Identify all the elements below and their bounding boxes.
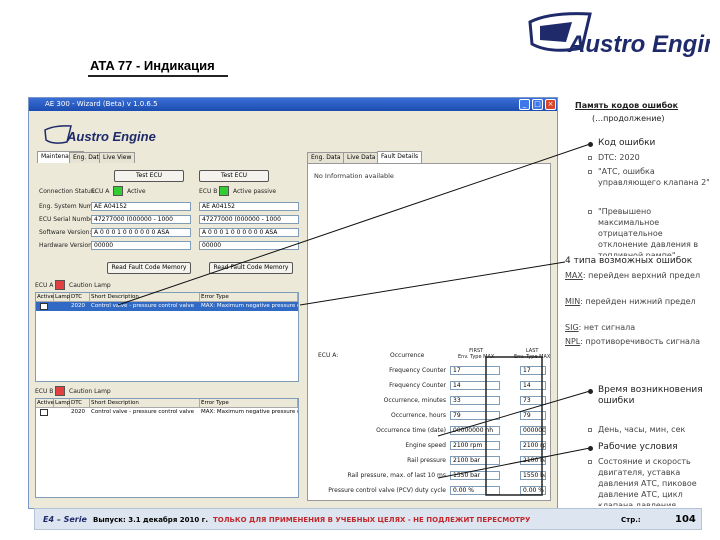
callout-line-code — [117, 143, 591, 306]
type-max-text: : перейден верхний предел — [582, 271, 701, 280]
sub-bullet-icon — [588, 170, 592, 174]
type-min-text: : перейден нижний предел — [580, 297, 696, 306]
code-title: Код ошибки — [598, 138, 656, 148]
type-max-abbr: MAX — [565, 271, 583, 280]
code-item-2: "АТС, ошибка управляющего клапана 2" — [598, 167, 710, 187]
notes-subtitle: (…продолжение) — [592, 114, 665, 123]
conditions-item: Состояние и скорость двигателя, уставка … — [598, 457, 697, 506]
footer-issue: Выпуск: 3.1 декабря 2010 г. — [93, 516, 208, 524]
slide-footer: E4 – Serie Выпуск: 3.1 декабря 2010 г. Т… — [34, 508, 702, 530]
types-title: 4 типа возможных ошибок — [565, 256, 715, 267]
highlight-box — [485, 356, 543, 496]
footer-warning: ТОЛЬКО ДЛЯ ПРИМЕНЕНИЯ В УЧЕБНЫХ ЦЕЛЯХ - … — [213, 516, 531, 524]
callout-line-types — [299, 261, 566, 306]
code-item-3: "Превышено максимальное отрицательное от… — [598, 207, 699, 260]
bullet-icon — [588, 389, 593, 394]
footer-page-number: 104 — [675, 514, 696, 525]
type-sig-text: : нет сигнала — [578, 323, 636, 332]
bullet-icon — [588, 142, 593, 147]
type-npl-text: : противоречивость сигнала — [580, 337, 700, 346]
callout-line-time — [437, 390, 591, 437]
code-item-1: DTC: 2020 — [598, 153, 640, 162]
footer-page-label: Стр.: — [621, 516, 641, 524]
bullet-icon — [588, 446, 593, 451]
sub-bullet-icon — [588, 428, 592, 432]
conditions-title: Рабочие условия — [598, 442, 678, 452]
time-title: Время возникновения ошибки — [598, 385, 703, 406]
footer-series: E4 – Serie — [43, 515, 87, 524]
sub-bullet-icon — [588, 156, 592, 160]
type-npl-abbr: NPL — [565, 337, 581, 346]
type-min-abbr: MIN — [565, 297, 581, 306]
sub-bullet-icon — [588, 210, 592, 214]
type-min: MIN: перейден нижний предел — [565, 296, 705, 307]
type-max: MAX: перейден верхний предел — [565, 270, 705, 281]
sub-bullet-icon — [588, 460, 592, 464]
callout-line-conditions — [437, 447, 591, 479]
type-sig-abbr: SIG — [565, 323, 579, 332]
type-sig: SIG: нет сигнала — [565, 322, 705, 333]
notes-title: Память кодов ошибок — [575, 101, 679, 110]
time-item: День, часы, мин, сек — [598, 425, 686, 434]
type-npl: NPL: противоречивость сигнала — [565, 336, 705, 347]
